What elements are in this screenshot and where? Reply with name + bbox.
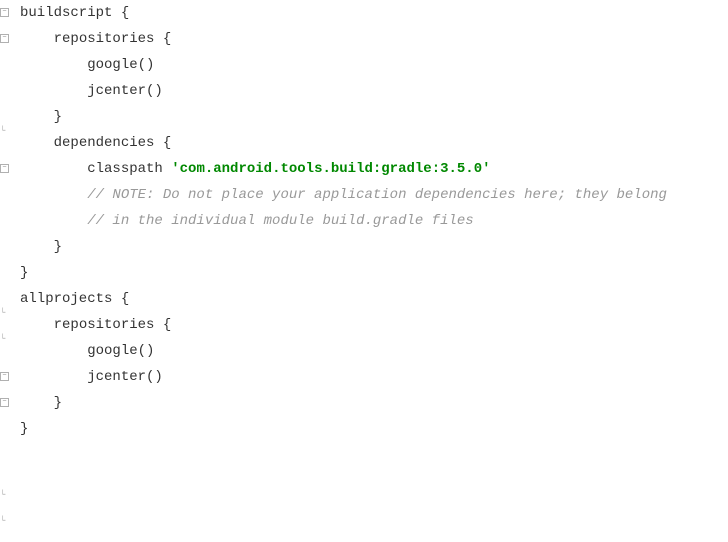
code-line[interactable]: jcenter() (12, 364, 728, 390)
fold-end-icon: └ (0, 300, 5, 326)
fold-end-icon: └ (0, 326, 5, 352)
code-line[interactable]: classpath 'com.android.tools.build:gradl… (12, 156, 728, 182)
string-literal: 'com.android.tools.build:gradle:3.5.0' (171, 161, 490, 177)
keyword: repositories (54, 317, 155, 333)
brace: } (20, 421, 28, 437)
fold-marker-icon[interactable] (0, 398, 9, 407)
code-line[interactable]: google() (12, 338, 728, 364)
code-line[interactable]: repositories { (12, 26, 728, 52)
code-text: google() (87, 57, 154, 73)
brace: { (112, 5, 129, 21)
keyword: buildscript (20, 5, 112, 21)
comment: // NOTE: Do not place your application d… (87, 187, 667, 203)
code-line[interactable]: } (12, 416, 728, 442)
code-line[interactable]: } (12, 260, 728, 286)
code-line[interactable]: dependencies { (12, 130, 728, 156)
fold-end-icon: └ (0, 118, 5, 144)
brace: } (54, 239, 62, 255)
brace: } (54, 395, 62, 411)
fold-marker-icon[interactable] (0, 8, 9, 17)
code-text: jcenter() (87, 83, 163, 99)
keyword: allprojects (20, 291, 112, 307)
code-text: google() (87, 343, 154, 359)
comment: // in the individual module build.gradle… (87, 213, 473, 229)
code-line[interactable]: allprojects { (12, 286, 728, 312)
code-line[interactable]: jcenter() (12, 78, 728, 104)
code-line[interactable]: // NOTE: Do not place your application d… (12, 182, 728, 208)
code-line[interactable]: buildscript { (12, 0, 728, 26)
brace: { (112, 291, 129, 307)
space (163, 161, 171, 177)
brace: { (154, 317, 171, 333)
brace: { (154, 31, 171, 47)
keyword: repositories (54, 31, 155, 47)
code-line[interactable]: } (12, 234, 728, 260)
code-line[interactable]: google() (12, 52, 728, 78)
fold-gutter: └ └ └ └ └ (0, 0, 10, 442)
brace: { (154, 135, 171, 151)
fold-end-icon: └ (0, 482, 5, 508)
code-line[interactable]: repositories { (12, 312, 728, 338)
brace: } (54, 109, 62, 125)
fold-marker-icon[interactable] (0, 164, 9, 173)
code-line[interactable]: } (12, 104, 728, 130)
brace: } (20, 265, 28, 281)
fold-marker-icon[interactable] (0, 372, 9, 381)
code-line[interactable]: } (12, 390, 728, 416)
keyword: classpath (87, 161, 163, 177)
code-text: jcenter() (87, 369, 163, 385)
code-line[interactable]: // in the individual module build.gradle… (12, 208, 728, 234)
fold-end-icon: └ (0, 508, 5, 534)
keyword: dependencies (54, 135, 155, 151)
code-editor[interactable]: └ └ └ └ └ buildscript { repositories { g… (0, 0, 728, 442)
fold-marker-icon[interactable] (0, 34, 9, 43)
